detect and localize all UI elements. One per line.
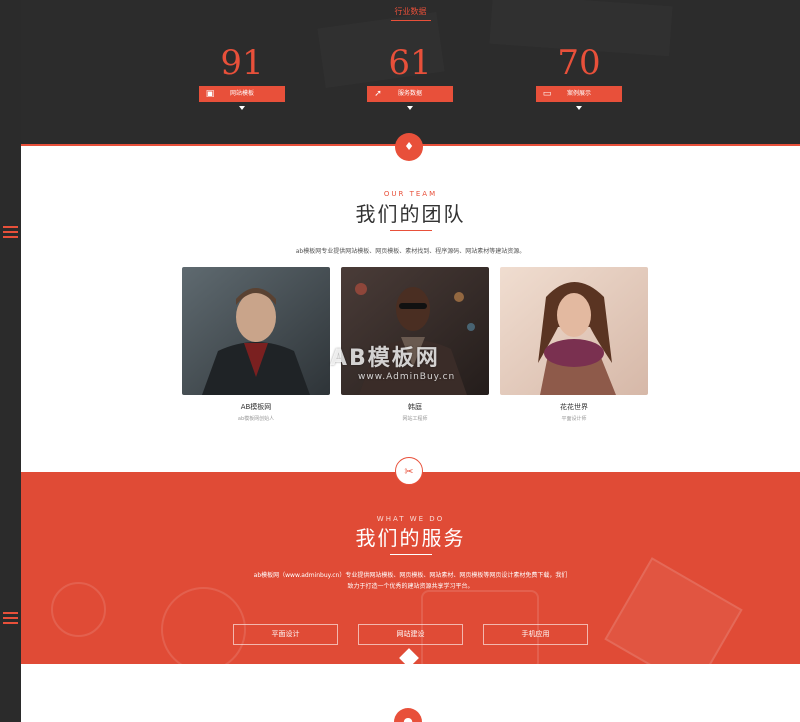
- member-role: 网站工程师: [402, 416, 428, 422]
- stat-item: 91 ▣ 网站模板: [199, 42, 285, 110]
- member-name: 花花世界: [560, 403, 588, 411]
- team-member[interactable]: 花花世界 平面设计师: [500, 267, 648, 422]
- title-underline: [391, 20, 431, 21]
- member-name: AB模板网: [240, 403, 272, 411]
- stat-label: 案例展示: [566, 90, 591, 97]
- team-title: 我们的团队: [355, 202, 466, 226]
- team-section: OUR TEAM 我们的团队 ab模板网专业提供网站模板、网页模板、素材找到、程…: [21, 148, 800, 472]
- stats-section: 行业数据 91 ▣ 网站模板 61 ➚ 服务数据 70 ▭ 案例展示: [21, 0, 800, 146]
- team-description: ab模板网专业提供网站模板、网页模板、素材找到、程序源码、网站素材等建站资源。: [295, 248, 526, 255]
- services-title: 我们的服务: [355, 526, 466, 550]
- member-photo[interactable]: [182, 267, 330, 395]
- rocket-icon: ➚: [374, 89, 382, 99]
- caret-down-icon: [239, 106, 245, 110]
- stat-label: 服务数据: [397, 90, 422, 97]
- member-photo[interactable]: [500, 267, 648, 395]
- member-role: ab模板网创始人: [237, 416, 275, 422]
- services-section: WHAT WE DO 我们的服务 ab模板网（www.adminbuy.cn）专…: [21, 472, 800, 664]
- caret-down-icon: [576, 106, 582, 110]
- background-illustration: [51, 582, 106, 637]
- menu-icon[interactable]: [3, 612, 18, 624]
- stat-number: 70: [557, 43, 601, 83]
- stat-label: 网站模板: [229, 90, 254, 97]
- share-icon: ✂: [404, 465, 414, 478]
- services-description: ab模板网（www.adminbuy.cn）专业提供网站模板、网页模板、网站素材…: [253, 572, 568, 579]
- scroll-down-button[interactable]: ♦: [395, 133, 423, 161]
- caret-down-icon: [407, 106, 413, 110]
- watermark: AB模板网 www.AdminBuy.cn: [330, 340, 455, 382]
- title-underline: [390, 230, 432, 231]
- stat-label-bar[interactable]: ▭ 案例展示: [536, 86, 622, 102]
- watermark-text: AB模板网: [330, 346, 440, 371]
- laptop-icon: ▭: [542, 89, 552, 99]
- service-button-mobile-app[interactable]: 手机应用: [483, 624, 588, 645]
- service-button-website[interactable]: 网站建设: [358, 624, 463, 645]
- team-member[interactable]: AB模板网 ab模板网创始人: [182, 267, 330, 422]
- stats-title: 行业数据: [394, 7, 427, 16]
- stat-number: 91: [220, 43, 264, 83]
- left-rail: [0, 0, 21, 722]
- chat-icon: ●: [403, 715, 413, 722]
- watermark-url: www.AdminBuy.cn: [358, 372, 456, 382]
- service-button-graphic-design[interactable]: 平面设计: [233, 624, 338, 645]
- stat-label-bar[interactable]: ➚ 服务数据: [367, 86, 453, 102]
- menu-icon[interactable]: [3, 226, 18, 238]
- flame-icon: ♦: [404, 140, 414, 153]
- stat-item: 70 ▭ 案例展示: [536, 42, 622, 110]
- member-name: 韩庭: [408, 403, 422, 411]
- services-description: 致力于打造一个优秀的建站资源共享学习平台。: [347, 583, 474, 590]
- scroll-down-button[interactable]: ✂: [395, 457, 423, 485]
- stat-item: 61 ➚ 服务数据: [367, 42, 453, 110]
- member-role: 平面设计师: [561, 416, 587, 422]
- team-subtitle: OUR TEAM: [383, 190, 438, 198]
- stat-label-bar[interactable]: ▣ 网站模板: [199, 86, 285, 102]
- stat-number: 61: [388, 43, 432, 83]
- title-underline: [390, 554, 432, 555]
- gift-icon: ▣: [205, 89, 215, 99]
